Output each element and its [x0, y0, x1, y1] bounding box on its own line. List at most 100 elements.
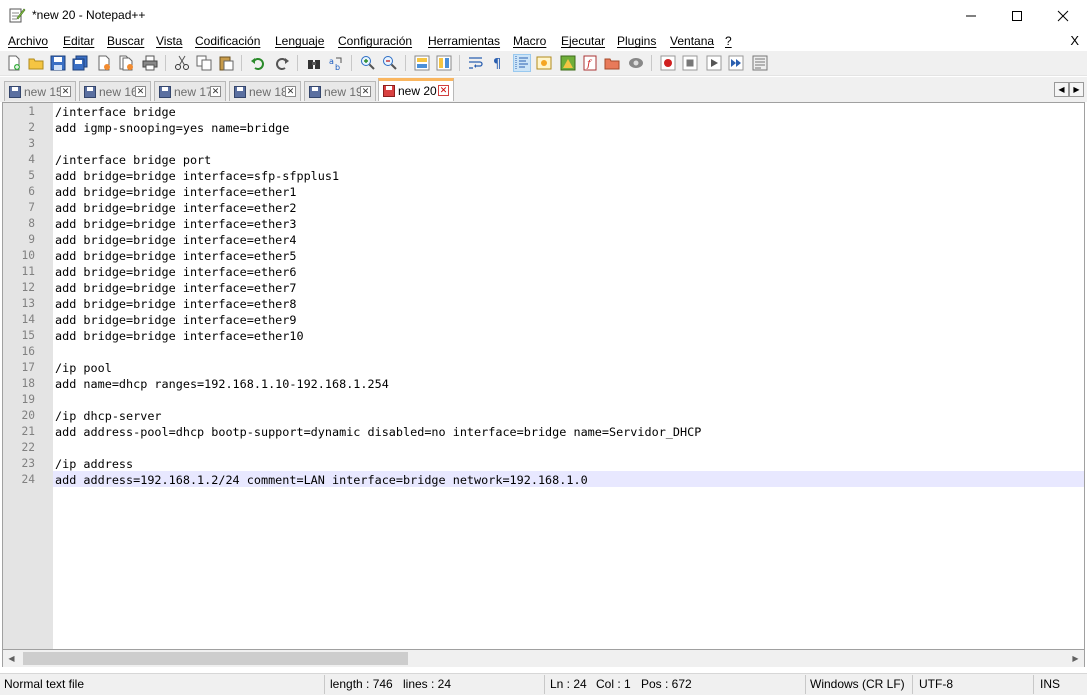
tab-new-18[interactable]: new 18 ✕	[229, 81, 301, 101]
record-macro-button[interactable]	[659, 54, 677, 72]
zoom-out-button[interactable]	[381, 54, 399, 72]
menu-buscar[interactable]: Buscar	[107, 34, 144, 48]
close-document-button[interactable]: X	[1070, 33, 1079, 48]
code-line[interactable]: add bridge=bridge interface=ether1	[55, 185, 296, 199]
code-line[interactable]: /ip address	[55, 457, 133, 471]
user-defined-language-button[interactable]	[535, 54, 553, 72]
monitoring-button[interactable]	[627, 54, 645, 72]
code-line[interactable]: add bridge=bridge interface=sfp-sfpplus1	[55, 169, 339, 183]
code-line[interactable]: add igmp-snooping=yes name=bridge	[55, 121, 289, 135]
code-line[interactable]: add bridge=bridge interface=ether7	[55, 281, 296, 295]
function-list-button[interactable]: f	[581, 54, 599, 72]
tab-close-icon[interactable]: ✕	[135, 86, 146, 97]
tab-new-15[interactable]: new 15 ✕	[4, 81, 76, 101]
save-macro-button[interactable]	[751, 54, 769, 72]
open-file-button[interactable]	[27, 54, 45, 72]
find-button[interactable]	[305, 54, 323, 72]
line-number: 21	[21, 425, 35, 438]
tab-new-19[interactable]: new 19 ✕	[304, 81, 376, 101]
menu-macro[interactable]: Macro	[513, 34, 546, 48]
redo-button[interactable]	[273, 54, 291, 72]
new-file-button[interactable]	[5, 54, 23, 72]
code-line[interactable]: /ip dhcp-server	[55, 409, 162, 423]
stop-recording-button[interactable]	[681, 54, 699, 72]
scrollbar-thumb[interactable]	[23, 652, 408, 665]
menu-plugins[interactable]: Plugins	[617, 34, 656, 48]
code-line[interactable]: /interface bridge port	[55, 153, 211, 167]
code-line[interactable]: /interface bridge	[55, 105, 176, 119]
close-file-button[interactable]	[95, 54, 113, 72]
menu-ventana[interactable]: Ventana	[670, 34, 714, 48]
undo-button[interactable]	[249, 54, 267, 72]
playback-macro-button[interactable]	[705, 54, 723, 72]
open-folder-icon	[28, 58, 44, 70]
menu-lenguaje[interactable]: Lenguaje	[275, 34, 324, 48]
zoom-in-button[interactable]	[359, 54, 377, 72]
replace-button[interactable]: ab	[327, 54, 345, 72]
paste-button[interactable]	[217, 54, 235, 72]
save-all-button[interactable]	[71, 54, 89, 72]
code-line[interactable]: add bridge=bridge interface=ether6	[55, 265, 296, 279]
code-line[interactable]: add address-pool=dhcp bootp-support=dyna…	[55, 425, 701, 439]
maximize-button[interactable]	[994, 0, 1040, 31]
undo-icon	[251, 58, 264, 70]
document-map-button[interactable]	[559, 54, 577, 72]
tab-close-icon[interactable]: ✕	[60, 86, 71, 97]
menu-vista[interactable]: Vista	[156, 34, 182, 48]
code-line[interactable]: add bridge=bridge interface=ether5	[55, 249, 296, 263]
code-line[interactable]: add bridge=bridge interface=ether3	[55, 217, 296, 231]
code-line[interactable]: add bridge=bridge interface=ether4	[55, 233, 296, 247]
minimize-button[interactable]	[948, 0, 994, 31]
tab-new-16[interactable]: new 16 ✕	[79, 81, 151, 101]
show-all-characters-button[interactable]: ¶	[489, 54, 507, 72]
print-button[interactable]	[141, 54, 159, 72]
word-wrap-button[interactable]	[467, 54, 485, 72]
folder-as-workspace-button[interactable]	[603, 54, 621, 72]
code-line[interactable]: add address=192.168.1.2/24 comment=LAN i…	[55, 473, 588, 487]
menu-help[interactable]: ?	[725, 34, 732, 48]
close-all-button[interactable]	[117, 54, 135, 72]
folder-icon	[604, 58, 620, 70]
insert-mode-label[interactable]: INS	[1040, 677, 1060, 691]
tab-close-icon[interactable]: ✕	[285, 86, 296, 97]
text-editor[interactable]: 1 2 3 4 5 6 7 8 9 10 11 12 13 14 15 16 17 18 19 20 21 22 23 24 …	[2, 102, 1085, 650]
code-line[interactable]: add bridge=bridge interface=ether9	[55, 313, 296, 327]
menu-archivo[interactable]: Archivo	[8, 34, 48, 48]
indent-guide-button[interactable]	[513, 54, 531, 72]
copy-button[interactable]	[195, 54, 213, 72]
save-button[interactable]	[49, 54, 67, 72]
tab-new-20[interactable]: new 20 ✕	[378, 78, 454, 101]
scroll-right-button[interactable]: ▶	[1067, 650, 1084, 667]
window-title: *new 20 - Notepad++	[32, 8, 146, 22]
code-line[interactable]: add bridge=bridge interface=ether8	[55, 297, 296, 311]
cut-button[interactable]	[173, 54, 191, 72]
sync-horizontal-button[interactable]	[435, 54, 453, 72]
run-macro-multiple-button[interactable]	[727, 54, 745, 72]
save-all-icon	[72, 55, 88, 71]
menu-editar[interactable]: Editar	[63, 34, 94, 48]
tab-close-icon[interactable]: ✕	[438, 85, 449, 96]
menu-ejecutar[interactable]: Ejecutar	[561, 34, 605, 48]
chevron-left-icon: ◀	[1058, 85, 1065, 94]
tab-scroll-left-button[interactable]: ◀	[1054, 82, 1069, 97]
code-line[interactable]: add bridge=bridge interface=ether2	[55, 201, 296, 215]
code-line[interactable]: add bridge=bridge interface=ether10	[55, 329, 304, 343]
tab-close-icon[interactable]: ✕	[210, 86, 221, 97]
scroll-left-button[interactable]: ◀	[3, 650, 20, 667]
menu-bar: Archivo Editar Buscar Vista Codificación…	[0, 31, 1087, 51]
floppy-icon	[9, 85, 21, 98]
menu-codificacion[interactable]: Codificación	[195, 34, 260, 48]
menu-configuracion[interactable]: Configuración	[338, 34, 412, 48]
eol-format-label[interactable]: Windows (CR LF)	[810, 677, 905, 691]
line-number: 4	[28, 153, 35, 166]
encoding-label[interactable]: UTF-8	[919, 677, 953, 691]
code-line[interactable]: add name=dhcp ranges=192.168.1.10-192.16…	[55, 377, 389, 391]
close-window-button[interactable]	[1040, 0, 1086, 31]
code-line[interactable]: /ip pool	[55, 361, 112, 375]
tab-scroll-right-button[interactable]: ▶	[1069, 82, 1084, 97]
tab-close-icon[interactable]: ✕	[360, 86, 371, 97]
sync-vertical-button[interactable]	[413, 54, 431, 72]
tab-new-17[interactable]: new 17 ✕	[154, 81, 226, 101]
horizontal-scrollbar[interactable]: ◀ ▶	[2, 650, 1085, 667]
menu-herramientas[interactable]: Herramientas	[428, 34, 500, 48]
